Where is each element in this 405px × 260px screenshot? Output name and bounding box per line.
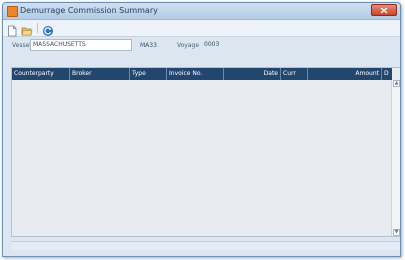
filter-bar: Vessel MASSACHUSETTS MA33 Voyage 0003 — [6, 39, 397, 53]
title-bar[interactable]: Demurrage Commission Summary — [3, 3, 400, 20]
close-button[interactable] — [371, 4, 397, 16]
column-curr[interactable]: Curr — [281, 68, 308, 80]
open-folder-icon — [21, 27, 33, 36]
window-title: Demurrage Commission Summary — [20, 6, 158, 15]
column-counterparty[interactable]: Counterparty — [12, 68, 70, 80]
vertical-scrollbar[interactable]: ▲ ▼ — [391, 80, 400, 236]
close-icon — [380, 7, 388, 14]
demurrage-commission-summary-window: Demurrage Commission Summary Vessel MASS… — [2, 2, 401, 257]
toolbar — [3, 20, 400, 37]
refresh-button[interactable] — [42, 22, 54, 36]
column-type[interactable]: Type — [130, 68, 167, 80]
scroll-up-arrow-icon[interactable]: ▲ — [393, 80, 400, 87]
commission-grid: Counterparty Broker Type Invoice No. Dat… — [11, 67, 400, 237]
new-button[interactable] — [6, 22, 18, 37]
column-date[interactable]: Date — [224, 68, 281, 80]
app-icon — [7, 6, 18, 17]
refresh-icon — [43, 26, 53, 36]
column-amount[interactable]: Amount — [308, 68, 382, 80]
column-d[interactable]: D — [382, 68, 392, 80]
voyage-label: Voyage — [177, 42, 200, 49]
scroll-down-arrow-icon[interactable]: ▼ — [393, 229, 400, 236]
toolbar-separator — [37, 23, 38, 33]
status-bar — [11, 241, 400, 250]
vessel-field[interactable]: MASSACHUSETTS — [30, 39, 132, 51]
new-icon — [8, 25, 17, 37]
vessel-code: MA33 — [140, 42, 157, 49]
voyage-field[interactable]: 0003 — [201, 39, 235, 51]
column-invoice-no[interactable]: Invoice No. — [167, 68, 224, 80]
column-broker[interactable]: Broker — [70, 68, 130, 80]
vessel-label: Vessel — [12, 42, 31, 49]
open-button[interactable] — [21, 22, 33, 36]
grid-header: Counterparty Broker Type Invoice No. Dat… — [12, 68, 392, 80]
